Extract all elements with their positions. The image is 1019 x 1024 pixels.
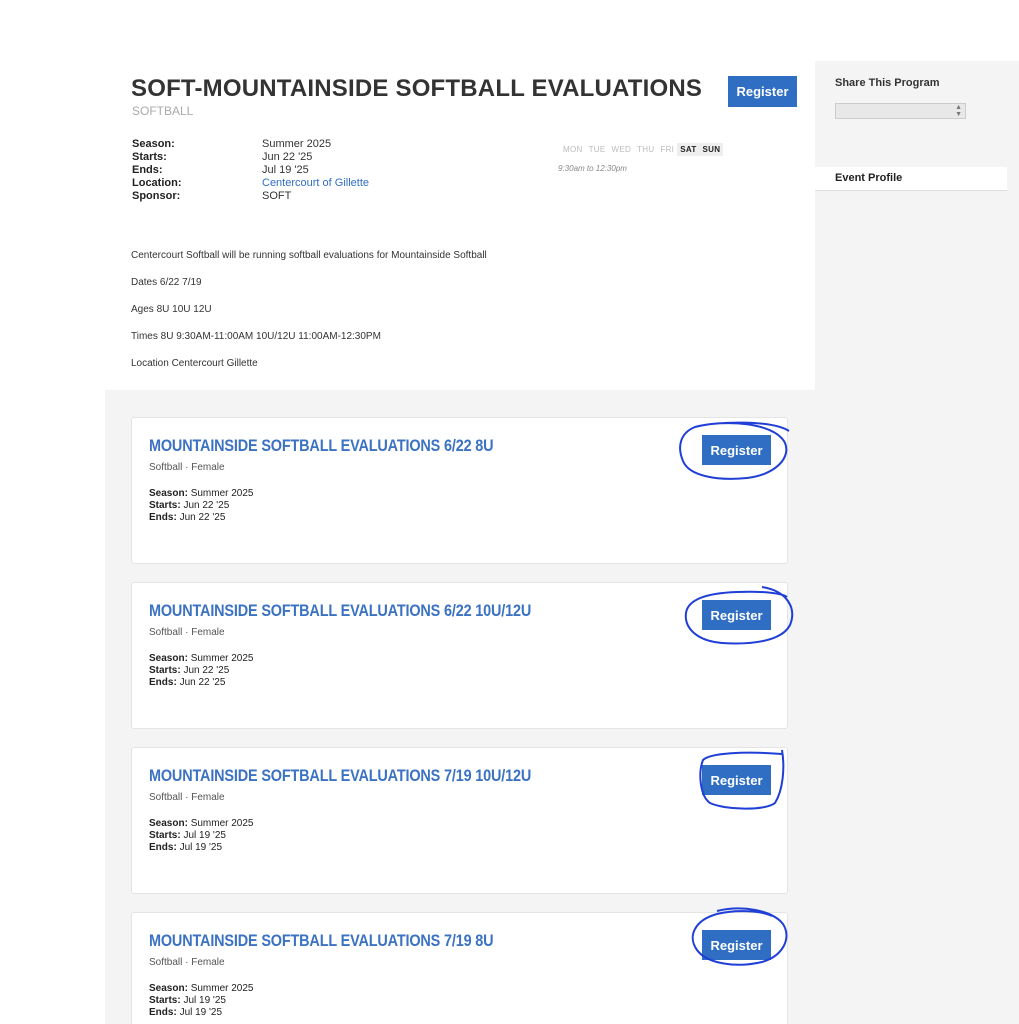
day-fri: FRI bbox=[660, 145, 675, 154]
event-title[interactable]: MOUNTAINSIDE SOFTBALL EVALUATIONS 7/19 8… bbox=[149, 931, 494, 951]
day-thu: THU bbox=[637, 145, 655, 154]
event-meta: Season: Summer 2025 Starts: Jul 19 '25 E… bbox=[149, 818, 254, 854]
event-subtitle: Softball · Female bbox=[149, 627, 225, 638]
event-meta: Season: Summer 2025 Starts: Jun 22 '25 E… bbox=[149, 488, 254, 524]
day-sun: SUN bbox=[699, 143, 724, 156]
page-title: SOFT-MOUNTAINSIDE SOFTBALL EVALUATIONS bbox=[131, 75, 703, 102]
tab-event-profile[interactable]: Event Profile bbox=[815, 167, 1007, 191]
event-title[interactable]: MOUNTAINSIDE SOFTBALL EVALUATIONS 6/22 1… bbox=[149, 601, 531, 621]
season-label: Season: bbox=[149, 818, 188, 829]
ends-value: Jul 19 '25 bbox=[179, 842, 223, 853]
event-card: MOUNTAINSIDE SOFTBALL EVALUATIONS 7/19 8… bbox=[131, 907, 788, 1024]
event-subtitle: Softball · Female bbox=[149, 462, 225, 473]
main-content: SOFT-MOUNTAINSIDE SOFTBALL EVALUATIONS S… bbox=[105, 0, 815, 1024]
ends-value: Jul 19 '25 bbox=[262, 164, 309, 176]
description-line: Centercourt Softball will be running sof… bbox=[131, 250, 487, 261]
share-select[interactable]: ▲ ▼ bbox=[835, 103, 966, 119]
detail-label: Starts: bbox=[132, 151, 167, 163]
ends-label: Ends: bbox=[149, 677, 177, 688]
starts-row: Starts: Jun 22 '25 bbox=[132, 151, 369, 164]
description-line: Ages 8U 10U 12U bbox=[131, 304, 212, 315]
register-button[interactable]: Register bbox=[728, 76, 797, 107]
season-label: Season: bbox=[149, 653, 188, 664]
ends-value: Jul 19 '25 bbox=[179, 1007, 223, 1018]
event-title[interactable]: MOUNTAINSIDE SOFTBALL EVALUATIONS 6/22 8… bbox=[149, 436, 494, 456]
season-label: Season: bbox=[149, 983, 188, 994]
event-card: MOUNTAINSIDE SOFTBALL EVALUATIONS 7/19 1… bbox=[131, 747, 788, 894]
season-label: Season: bbox=[149, 488, 188, 499]
event-subtitle: Softball · Female bbox=[149, 792, 225, 803]
starts-value: Jul 19 '25 bbox=[183, 995, 226, 1006]
ends-label: Ends: bbox=[149, 1007, 177, 1018]
program-description: Centercourt Softball will be running sof… bbox=[131, 250, 487, 385]
day-wed: WED bbox=[611, 145, 632, 154]
sponsor-value: SOFT bbox=[262, 190, 292, 202]
ends-label: Ends: bbox=[149, 512, 177, 523]
day-sat: SAT bbox=[677, 143, 700, 156]
season-value: Summer 2025 bbox=[190, 488, 254, 499]
starts-label: Starts: bbox=[149, 665, 181, 676]
starts-value: Jun 22 '25 bbox=[183, 665, 230, 676]
starts-label: Starts: bbox=[149, 500, 181, 511]
ends-value: Jun 22 '25 bbox=[179, 677, 226, 688]
time-range: 9:30am to 12:30pm bbox=[558, 164, 627, 173]
event-register-button[interactable]: Register bbox=[702, 435, 771, 465]
program-details: Season: Summer 2025 Starts: Jun 22 '25 E… bbox=[132, 138, 369, 203]
location-row: Location: Centercourt of Gillette bbox=[132, 177, 369, 190]
detail-label: Ends: bbox=[132, 164, 163, 176]
event-card: MOUNTAINSIDE SOFTBALL EVALUATIONS 6/22 1… bbox=[131, 582, 794, 729]
event-meta: Season: Summer 2025 Starts: Jun 22 '25 E… bbox=[149, 653, 254, 689]
event-register-button[interactable]: Register bbox=[702, 600, 771, 630]
up-down-chevron-icon: ▲ ▼ bbox=[955, 104, 962, 118]
sidebar: Share This Program ▲ ▼ Event Profile bbox=[815, 61, 1019, 1024]
starts-value: Jul 19 '25 bbox=[183, 830, 226, 841]
event-meta: Season: Summer 2025 Starts: Jul 19 '25 E… bbox=[149, 983, 254, 1019]
day-mon: MON bbox=[563, 145, 583, 154]
season-value: Summer 2025 bbox=[190, 983, 254, 994]
program-category: SOFTBALL bbox=[132, 104, 194, 118]
starts-label: Starts: bbox=[149, 995, 181, 1006]
season-row: Season: Summer 2025 bbox=[132, 138, 369, 151]
starts-value: Jun 22 '25 bbox=[183, 500, 230, 511]
day-tue: TUE bbox=[588, 145, 606, 154]
season-value: Summer 2025 bbox=[190, 818, 254, 829]
season-value: Summer 2025 bbox=[190, 653, 254, 664]
program-header: SOFT-MOUNTAINSIDE SOFTBALL EVALUATIONS S… bbox=[105, 0, 815, 390]
location-link[interactable]: Centercourt of Gillette bbox=[262, 177, 369, 190]
event-title[interactable]: MOUNTAINSIDE SOFTBALL EVALUATIONS 7/19 1… bbox=[149, 766, 531, 786]
starts-value: Jun 22 '25 bbox=[262, 151, 313, 163]
event-card: MOUNTAINSIDE SOFTBALL EVALUATIONS 6/22 8… bbox=[131, 417, 790, 564]
season-value: Summer 2025 bbox=[262, 138, 332, 150]
share-title: Share This Program bbox=[835, 77, 940, 89]
event-register-button[interactable]: Register bbox=[702, 930, 771, 960]
event-register-button[interactable]: Register bbox=[702, 765, 771, 795]
weekday-indicator: MON TUE WED THU FRI SAT SUN bbox=[560, 143, 724, 156]
event-subtitle: Softball · Female bbox=[149, 957, 225, 968]
ends-row: Ends: Jul 19 '25 bbox=[132, 164, 369, 177]
description-line: Times 8U 9:30AM-11:00AM 10U/12U 11:00AM-… bbox=[131, 331, 381, 342]
sponsor-row: Sponsor: SOFT bbox=[132, 190, 369, 203]
detail-label: Location: bbox=[132, 177, 182, 189]
starts-label: Starts: bbox=[149, 830, 181, 841]
description-line: Location Centercourt Gillette bbox=[131, 358, 258, 369]
detail-label: Season: bbox=[132, 138, 175, 150]
detail-label: Sponsor: bbox=[132, 190, 181, 202]
description-line: Dates 6/22 7/19 bbox=[131, 277, 202, 288]
ends-label: Ends: bbox=[149, 842, 177, 853]
events-list: MOUNTAINSIDE SOFTBALL EVALUATIONS 6/22 8… bbox=[105, 390, 815, 1024]
ends-value: Jun 22 '25 bbox=[179, 512, 226, 523]
